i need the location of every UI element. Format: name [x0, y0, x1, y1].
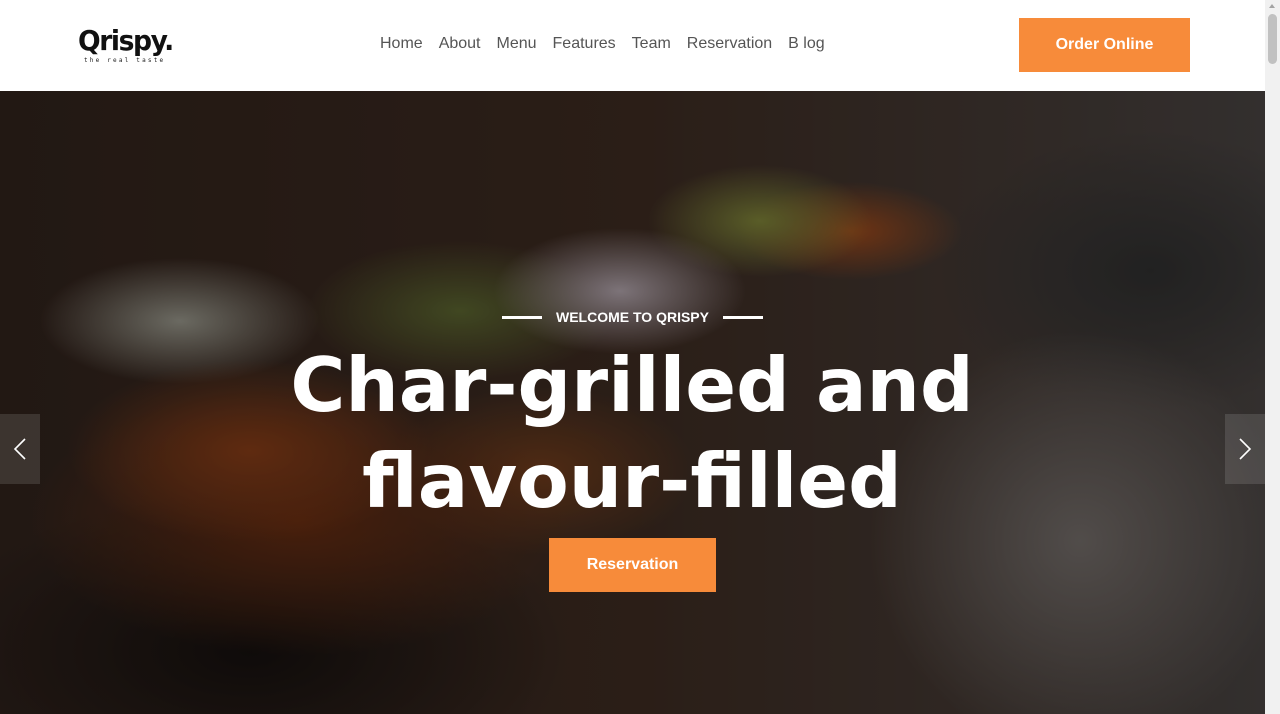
hero-title: Char-grilled and flavour-filled: [232, 337, 1032, 529]
nav-home[interactable]: Home: [380, 33, 423, 55]
eyebrow-line-left: [502, 316, 542, 319]
hero-title-line-2: flavour-filled: [362, 437, 902, 525]
nav-reservation[interactable]: Reservation: [687, 33, 772, 55]
chevron-right-icon: [1239, 438, 1252, 460]
chevron-left-icon: [13, 438, 26, 460]
logo-tagline: the real taste: [84, 57, 166, 64]
nav-team[interactable]: Team: [632, 33, 671, 55]
brand-logo[interactable]: Qrispy. the real taste: [78, 24, 174, 66]
nav-features[interactable]: Features: [553, 33, 616, 55]
nav-blog[interactable]: B log: [788, 33, 824, 55]
scrollbar-thumb[interactable]: [1268, 14, 1277, 64]
main-nav: Home About Menu Features Team Reservatio…: [380, 33, 841, 55]
order-online-button[interactable]: Order Online: [1019, 18, 1190, 72]
hero-title-line-1: Char-grilled and: [290, 341, 974, 429]
reservation-button[interactable]: Reservation: [549, 538, 716, 592]
site-header: Qrispy. the real taste Home About Menu F…: [0, 0, 1265, 91]
nav-menu[interactable]: Menu: [497, 33, 537, 55]
scroll-up-arrow-icon[interactable]: [1269, 4, 1275, 8]
hero-slider: WELCOME TO QRISPY Char-grilled and flavo…: [0, 91, 1265, 714]
page-scrollbar[interactable]: [1265, 0, 1280, 714]
logo-wordmark: Qrispy.: [78, 24, 174, 57]
carousel-next-button[interactable]: [1225, 414, 1265, 484]
eyebrow-text: WELCOME TO QRISPY: [556, 309, 709, 325]
carousel-prev-button[interactable]: [0, 414, 40, 484]
hero-eyebrow: WELCOME TO QRISPY: [502, 307, 763, 327]
nav-about[interactable]: About: [439, 33, 481, 55]
eyebrow-line-right: [723, 316, 763, 319]
